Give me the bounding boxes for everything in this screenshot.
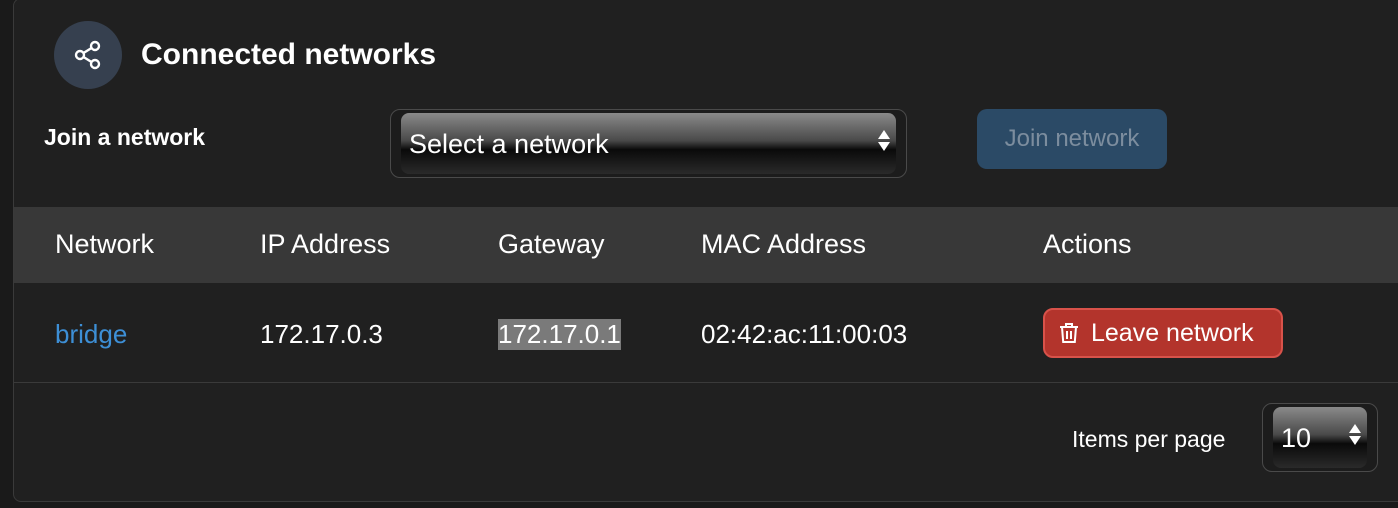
- mac-address-cell: 02:42:ac:11:00:03: [701, 319, 908, 349]
- column-header-actions: Actions: [1043, 229, 1132, 259]
- join-network-label: Join a network: [44, 124, 206, 150]
- column-header-network[interactable]: Network: [55, 229, 154, 260]
- network-select-box[interactable]: Select a network: [401, 113, 896, 174]
- gateway-cell: 172.17.0.1: [498, 319, 621, 350]
- items-per-page-value: 10: [1281, 423, 1312, 453]
- trash-icon: [1060, 323, 1078, 343]
- column-header-mac-address[interactable]: MAC Address: [701, 229, 866, 260]
- items-per-page-label: Items per page: [1072, 426, 1226, 452]
- leave-network-button[interactable]: Leave network: [1043, 308, 1283, 358]
- table-header: Network IP Address Gateway MAC Address A…: [14, 207, 1398, 283]
- join-network-button[interactable]: Join network: [977, 109, 1167, 169]
- panel-header: Connected networks: [54, 21, 436, 89]
- select-arrows-icon: [878, 130, 890, 151]
- share-icon: [54, 21, 122, 89]
- ip-address-cell: 172.17.0.3: [260, 319, 383, 349]
- network-link-bridge[interactable]: bridge: [55, 319, 127, 350]
- column-header-gateway[interactable]: Gateway: [498, 229, 605, 260]
- table-row: bridge 172.17.0.3 172.17.0.1 02:42:ac:11…: [14, 283, 1398, 383]
- items-per-page-select[interactable]: 10: [1262, 403, 1378, 472]
- leave-network-label: Leave network: [1091, 318, 1254, 347]
- network-select[interactable]: Select a network: [390, 109, 907, 178]
- items-per-page-box[interactable]: 10: [1273, 407, 1367, 468]
- network-select-value: Select a network: [409, 129, 609, 159]
- column-header-ip-address[interactable]: IP Address: [260, 229, 390, 260]
- select-arrows-icon: [1349, 424, 1361, 445]
- page-title: Connected networks: [141, 38, 437, 71]
